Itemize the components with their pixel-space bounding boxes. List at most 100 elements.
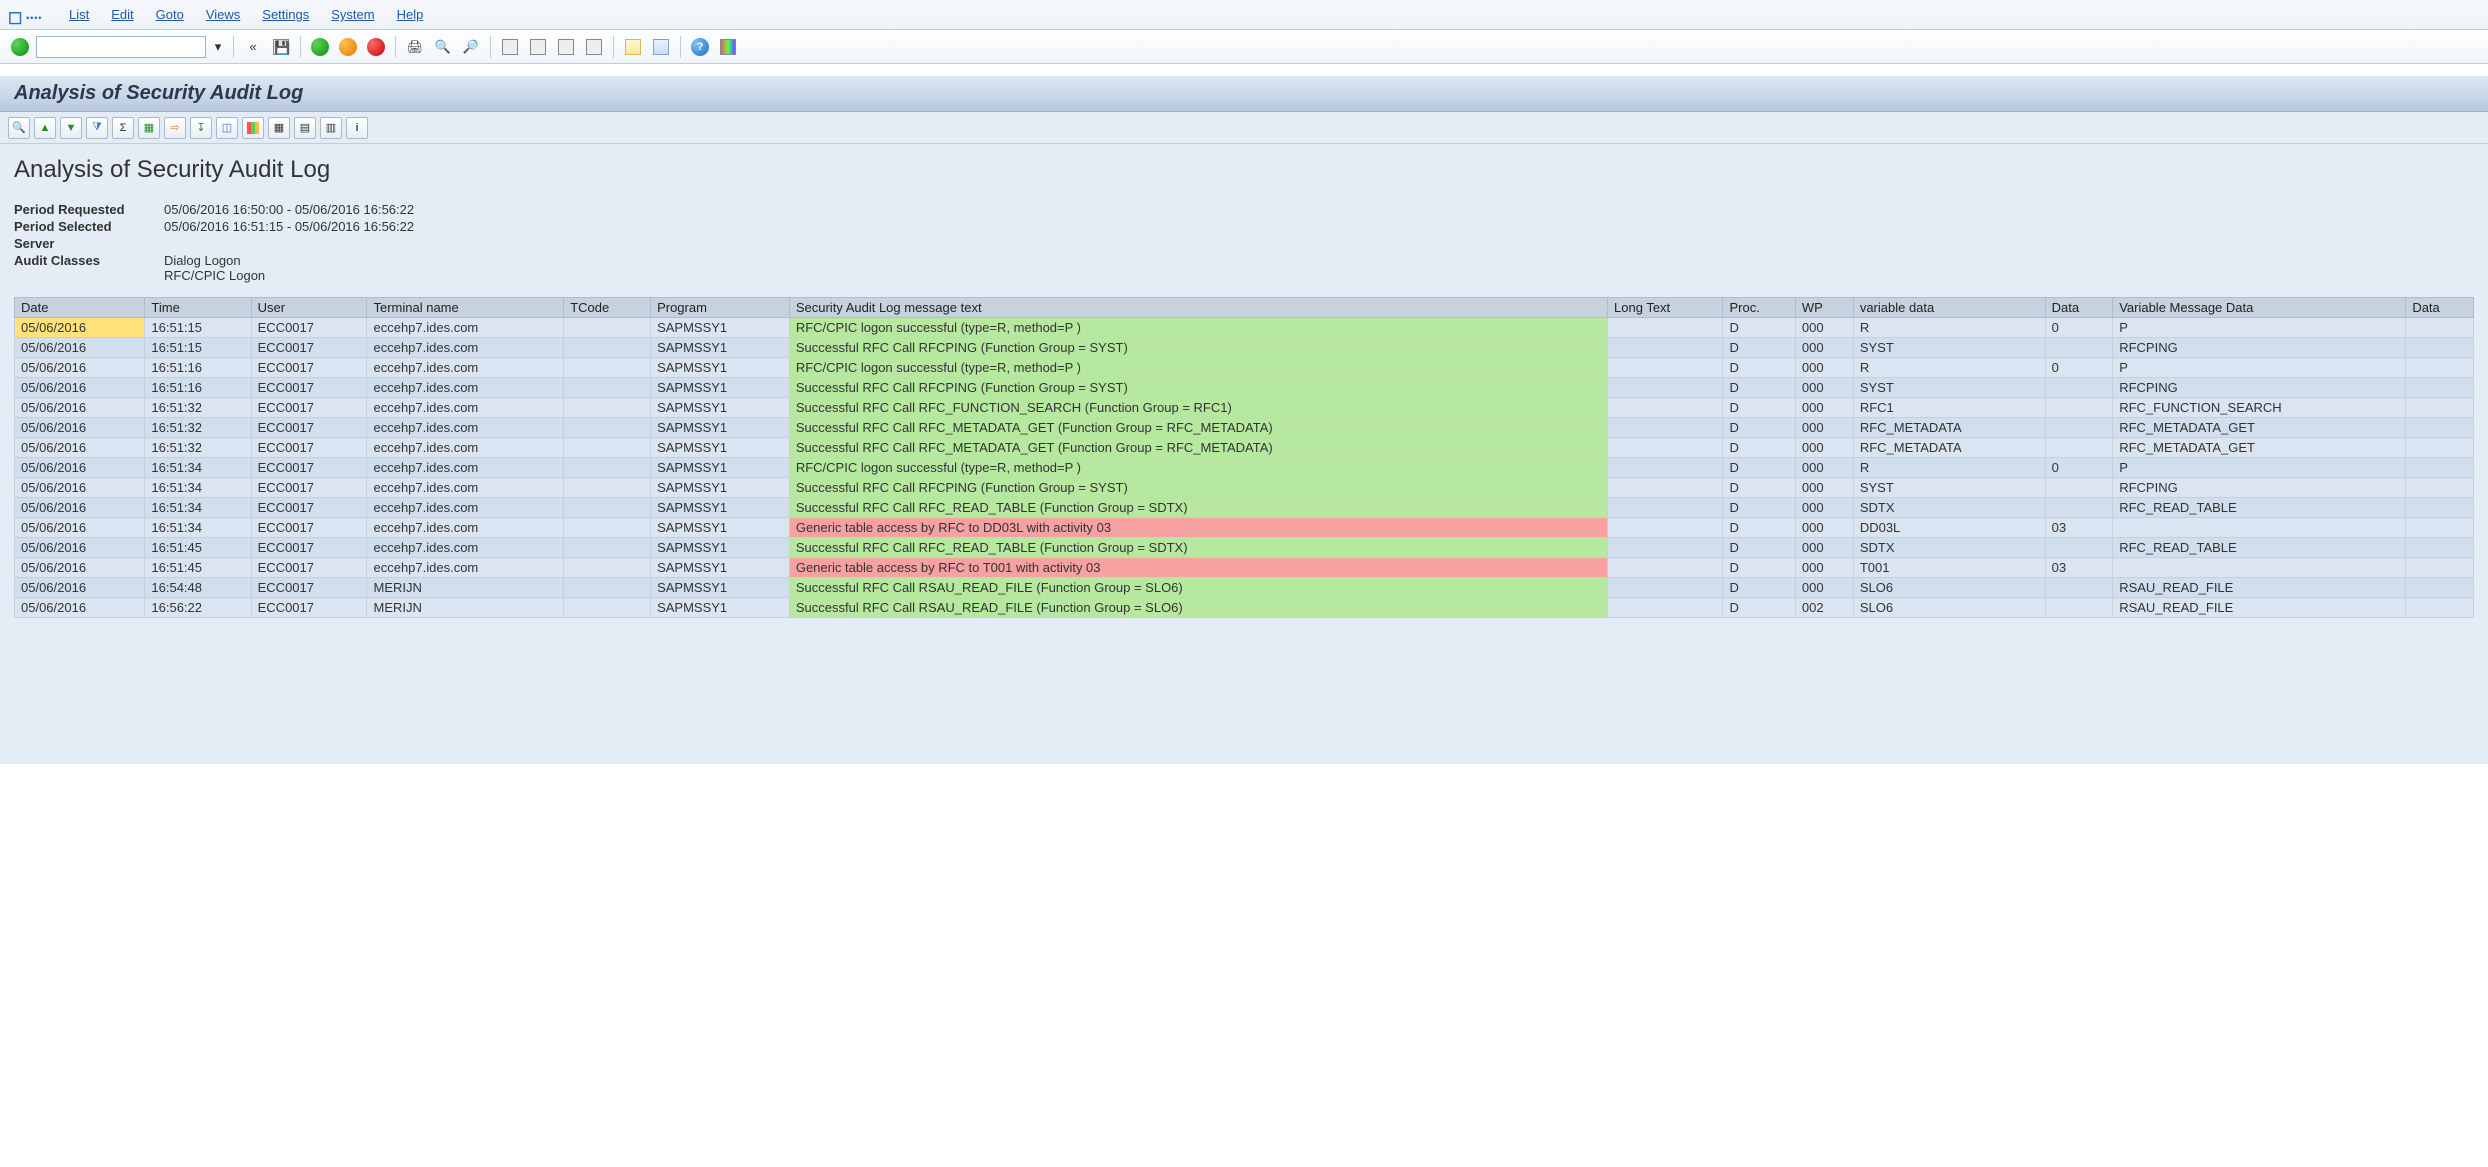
print-button[interactable]: 🖨 bbox=[403, 35, 427, 59]
first-page-button[interactable] bbox=[498, 35, 522, 59]
menu-views[interactable]: Views bbox=[206, 7, 240, 22]
cell-lt bbox=[1608, 318, 1723, 338]
cell-date: 05/06/2016 bbox=[15, 358, 145, 378]
cell-tcode bbox=[564, 598, 651, 618]
total-button[interactable]: Σ bbox=[112, 117, 134, 139]
menu-system[interactable]: System bbox=[331, 7, 374, 22]
cell-proc: D bbox=[1723, 338, 1795, 358]
ok-button[interactable] bbox=[8, 35, 32, 59]
cell-user: ECC0017 bbox=[251, 358, 367, 378]
col-header[interactable]: Terminal name bbox=[367, 298, 564, 318]
system-toolbar: ▾ « 💾 🖨 🔍 🔎 ? bbox=[0, 30, 2488, 64]
table-row[interactable]: 05/06/201616:51:16ECC0017eccehp7.ides.co… bbox=[15, 358, 2474, 378]
export-file-button[interactable]: ↧ bbox=[190, 117, 212, 139]
table-row[interactable]: 05/06/201616:54:48ECC0017MERIJNSAPMSSY1S… bbox=[15, 578, 2474, 598]
cell-data1: 03 bbox=[2045, 558, 2113, 578]
cancel-button[interactable] bbox=[364, 35, 388, 59]
next-page-button[interactable] bbox=[554, 35, 578, 59]
back-button[interactable] bbox=[308, 35, 332, 59]
cell-prog: SAPMSSY1 bbox=[651, 358, 790, 378]
table-row[interactable]: 05/06/201616:51:45ECC0017eccehp7.ides.co… bbox=[15, 538, 2474, 558]
details-button[interactable]: 🔍 bbox=[8, 117, 30, 139]
table-row[interactable]: 05/06/201616:51:32ECC0017eccehp7.ides.co… bbox=[15, 438, 2474, 458]
abc-analysis-button[interactable]: ◫ bbox=[216, 117, 238, 139]
table-row[interactable]: 05/06/201616:51:32ECC0017eccehp7.ides.co… bbox=[15, 418, 2474, 438]
col-header[interactable]: Long Text bbox=[1608, 298, 1723, 318]
command-field[interactable] bbox=[36, 36, 206, 58]
col-header[interactable]: Data bbox=[2045, 298, 2113, 318]
table-row[interactable]: 05/06/201616:51:15ECC0017eccehp7.ides.co… bbox=[15, 338, 2474, 358]
export-wp-button[interactable]: ⇨ bbox=[164, 117, 186, 139]
sort-desc-button[interactable]: ▼ bbox=[60, 117, 82, 139]
table-row[interactable]: 05/06/201616:51:34ECC0017eccehp7.ides.co… bbox=[15, 498, 2474, 518]
col-header[interactable]: Date bbox=[15, 298, 145, 318]
save-button[interactable]: 💾 bbox=[269, 35, 293, 59]
cell-lt bbox=[1608, 418, 1723, 438]
cell-time: 16:51:34 bbox=[145, 478, 251, 498]
table-row[interactable]: 05/06/201616:56:22ECC0017MERIJNSAPMSSY1S… bbox=[15, 598, 2474, 618]
select-layout-button[interactable]: ▤ bbox=[294, 117, 316, 139]
col-header[interactable]: User bbox=[251, 298, 367, 318]
cell-tcode bbox=[564, 338, 651, 358]
cell-msg: Successful RFC Call RFC_READ_TABLE (Func… bbox=[789, 538, 1607, 558]
col-header[interactable]: Variable Message Data bbox=[2113, 298, 2406, 318]
col-header[interactable]: TCode bbox=[564, 298, 651, 318]
col-header[interactable]: Security Audit Log message text bbox=[789, 298, 1607, 318]
col-header[interactable]: variable data bbox=[1853, 298, 2045, 318]
command-dropdown[interactable]: ▾ bbox=[210, 35, 226, 59]
export-excel-button[interactable]: ▦ bbox=[138, 117, 160, 139]
exit-button[interactable] bbox=[336, 35, 360, 59]
cell-msg: Successful RFC Call RSAU_READ_FILE (Func… bbox=[789, 598, 1607, 618]
col-header[interactable]: Time bbox=[145, 298, 251, 318]
table-row[interactable]: 05/06/201616:51:32ECC0017eccehp7.ides.co… bbox=[15, 398, 2474, 418]
table-row[interactable]: 05/06/201616:51:45ECC0017eccehp7.ides.co… bbox=[15, 558, 2474, 578]
prev-page-icon bbox=[530, 39, 546, 55]
col-header[interactable]: WP bbox=[1795, 298, 1853, 318]
alv-grid[interactable]: DateTimeUserTerminal nameTCodeProgramSec… bbox=[14, 297, 2474, 618]
cell-time: 16:51:16 bbox=[145, 378, 251, 398]
cell-data2 bbox=[2406, 558, 2474, 578]
collapse-icon[interactable]: « bbox=[241, 35, 265, 59]
period-selected-label: Period Selected bbox=[14, 219, 164, 234]
table-row[interactable]: 05/06/201616:51:34ECC0017eccehp7.ides.co… bbox=[15, 518, 2474, 538]
menu-edit[interactable]: Edit bbox=[111, 7, 133, 22]
find-next-button[interactable]: 🔎 bbox=[459, 35, 483, 59]
change-layout-button[interactable]: ▦ bbox=[268, 117, 290, 139]
sort-asc-button[interactable]: ▲ bbox=[34, 117, 56, 139]
cell-proc: D bbox=[1723, 398, 1795, 418]
table-row[interactable]: 05/06/201616:51:34ECC0017eccehp7.ides.co… bbox=[15, 458, 2474, 478]
find-button[interactable]: 🔍 bbox=[431, 35, 455, 59]
cell-vmd bbox=[2113, 558, 2406, 578]
layout-button[interactable] bbox=[649, 35, 673, 59]
cancel-icon bbox=[367, 38, 385, 56]
col-header[interactable]: Program bbox=[651, 298, 790, 318]
info-button[interactable]: i bbox=[346, 117, 368, 139]
help-button[interactable]: ? bbox=[688, 35, 712, 59]
cell-proc: D bbox=[1723, 598, 1795, 618]
menu-settings[interactable]: Settings bbox=[262, 7, 309, 22]
cell-user: ECC0017 bbox=[251, 478, 367, 498]
save-layout-button[interactable]: ▥ bbox=[320, 117, 342, 139]
col-header[interactable]: Data bbox=[2406, 298, 2474, 318]
new-session-button[interactable] bbox=[621, 35, 645, 59]
table-row[interactable]: 05/06/201616:51:34ECC0017eccehp7.ides.co… bbox=[15, 478, 2474, 498]
last-page-button[interactable] bbox=[582, 35, 606, 59]
cell-data1: 0 bbox=[2045, 458, 2113, 478]
cell-tcode bbox=[564, 418, 651, 438]
menu-goto[interactable]: Goto bbox=[156, 7, 184, 22]
menu-list[interactable]: List bbox=[69, 7, 89, 22]
cell-data1 bbox=[2045, 398, 2113, 418]
cell-lt bbox=[1608, 338, 1723, 358]
cell-prog: SAPMSSY1 bbox=[651, 478, 790, 498]
cell-msg: RFC/CPIC logon successful (type=R, metho… bbox=[789, 318, 1607, 338]
cell-msg: Generic table access by RFC to T001 with… bbox=[789, 558, 1607, 578]
filter-button[interactable]: ⧩ bbox=[86, 117, 108, 139]
table-row[interactable]: 05/06/201616:51:15ECC0017eccehp7.ides.co… bbox=[15, 318, 2474, 338]
menu-help[interactable]: Help bbox=[397, 7, 424, 22]
col-header[interactable]: Proc. bbox=[1723, 298, 1795, 318]
cell-tcode bbox=[564, 378, 651, 398]
gui-options-button[interactable] bbox=[716, 35, 740, 59]
prev-page-button[interactable] bbox=[526, 35, 550, 59]
graphic-button[interactable] bbox=[242, 117, 264, 139]
table-row[interactable]: 05/06/201616:51:16ECC0017eccehp7.ides.co… bbox=[15, 378, 2474, 398]
